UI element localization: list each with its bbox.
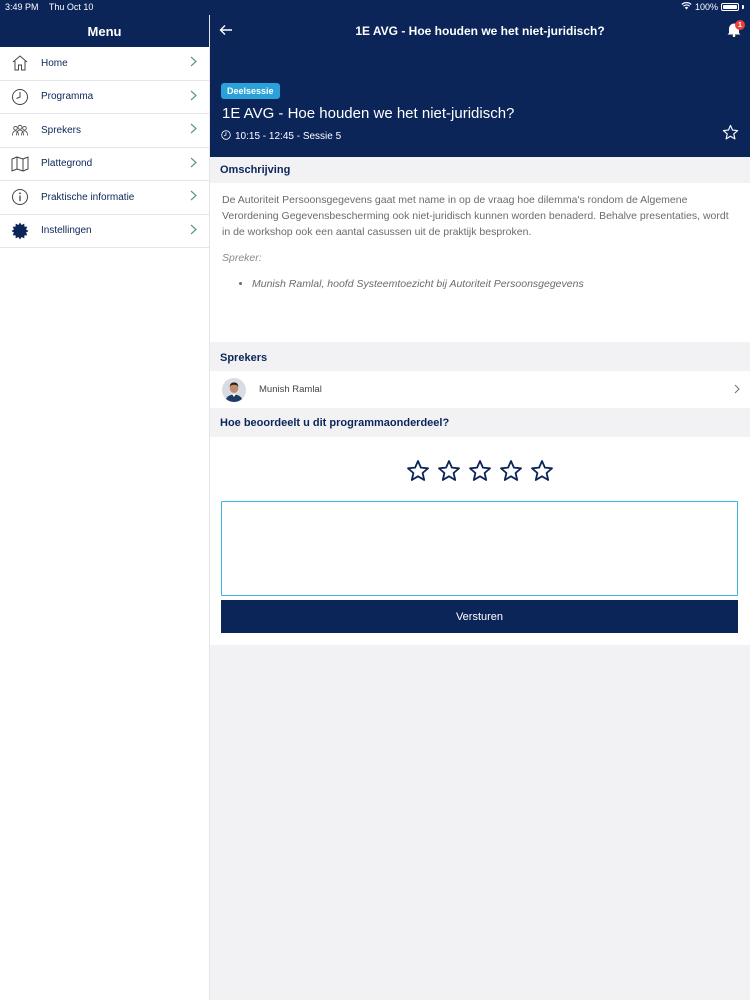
description-text: De Autoriteit Persoonsgegevens gaat met … bbox=[222, 194, 729, 238]
sidebar-item-sprekers[interactable]: Sprekers bbox=[0, 114, 209, 148]
session-type-badge: Deelsessie bbox=[221, 83, 280, 99]
session-title: 1E AVG - Hoe houden we het niet-juridisc… bbox=[222, 105, 515, 122]
notification-badge: 1 bbox=[735, 20, 745, 30]
people-icon bbox=[11, 121, 29, 139]
rating-section: Versturen bbox=[210, 437, 750, 645]
status-time: 3:49 PM bbox=[5, 2, 39, 12]
speaker-name: Munish Ramlal bbox=[259, 384, 322, 395]
rating-heading: Hoe beoordeelt u dit programmaonderdeel? bbox=[210, 408, 750, 437]
chevron-right-icon bbox=[190, 54, 197, 72]
sidebar-item-label: Instellingen bbox=[41, 225, 92, 237]
description-heading: Omschrijving bbox=[210, 157, 750, 183]
avatar bbox=[222, 377, 246, 402]
sidebar-item-label: Sprekers bbox=[41, 124, 82, 136]
session-hero: Deelsessie 1E AVG - Hoe houden we het ni… bbox=[210, 47, 750, 157]
sidebar-item-label: Home bbox=[41, 57, 68, 69]
status-bar: 3:49 PM Thu Oct 10 100% bbox=[0, 0, 750, 15]
clock-icon bbox=[11, 88, 29, 106]
speakers-heading: Sprekers bbox=[210, 345, 750, 371]
battery-icon bbox=[721, 2, 739, 11]
star-icon-3[interactable] bbox=[468, 459, 492, 488]
session-time-text: 10:15 - 12:45 - Sessie 5 bbox=[235, 131, 342, 142]
battery-percentage: 100% bbox=[694, 1, 718, 12]
map-icon bbox=[11, 155, 29, 173]
gear-icon bbox=[11, 222, 29, 240]
sidebar-item-label: Programma bbox=[41, 91, 94, 103]
status-date: Thu Oct 10 bbox=[48, 2, 94, 12]
favorite-star-icon[interactable] bbox=[722, 124, 739, 146]
sidebar-title: Menu bbox=[0, 15, 209, 47]
sidebar: Menu Home Programma Sprekers Plattegrond… bbox=[0, 15, 210, 1000]
session-time: 10:15 - 12:45 - Sessie 5 bbox=[221, 130, 341, 143]
description-body: De Autoriteit Persoonsgegevens gaat met … bbox=[210, 183, 750, 342]
sidebar-item-label: Praktische informatie bbox=[41, 191, 135, 203]
chevron-right-icon bbox=[190, 88, 197, 106]
back-arrow-icon[interactable] bbox=[219, 23, 233, 41]
star-icon-5[interactable] bbox=[530, 459, 554, 488]
submit-button[interactable]: Versturen bbox=[221, 600, 738, 633]
info-icon bbox=[11, 188, 29, 206]
clock-icon bbox=[221, 130, 231, 143]
star-icon-2[interactable] bbox=[437, 459, 461, 488]
speaker-row[interactable]: Munish Ramlal bbox=[210, 371, 750, 408]
sidebar-item-label: Plattegrond bbox=[41, 158, 93, 170]
chevron-right-icon bbox=[190, 222, 197, 240]
list-item: Munish Ramlal, hoofd Systeemtoezicht bij… bbox=[252, 276, 738, 292]
star-icon-1[interactable] bbox=[406, 459, 430, 488]
star-icon-4[interactable] bbox=[499, 459, 523, 488]
sidebar-item-instellingen[interactable]: Instellingen bbox=[0, 215, 209, 248]
speaker-label: Spreker: bbox=[222, 252, 262, 264]
home-icon bbox=[11, 54, 29, 72]
wifi-icon bbox=[681, 1, 692, 12]
chevron-right-icon bbox=[190, 121, 197, 139]
comment-textarea[interactable] bbox=[221, 501, 738, 596]
chevron-right-icon bbox=[734, 381, 740, 399]
sidebar-item-home[interactable]: Home bbox=[0, 47, 209, 81]
chevron-right-icon bbox=[190, 155, 197, 173]
header-bar: 1E AVG - Hoe houden we het niet-juridisc… bbox=[210, 15, 750, 47]
notification-bell-icon[interactable]: 1 bbox=[726, 20, 745, 42]
page-title: 1E AVG - Hoe houden we het niet-juridisc… bbox=[355, 24, 605, 38]
star-rating bbox=[221, 459, 739, 488]
sidebar-item-plattegrond[interactable]: Plattegrond bbox=[0, 148, 209, 181]
sidebar-item-praktische-informatie[interactable]: Praktische informatie bbox=[0, 181, 209, 215]
sidebar-item-programma[interactable]: Programma bbox=[0, 81, 209, 114]
chevron-right-icon bbox=[190, 188, 197, 206]
speaker-list: Munish Ramlal, hoofd Systeemtoezicht bij… bbox=[252, 276, 738, 292]
main-content: 1E AVG - Hoe houden we het niet-juridisc… bbox=[210, 15, 750, 1000]
